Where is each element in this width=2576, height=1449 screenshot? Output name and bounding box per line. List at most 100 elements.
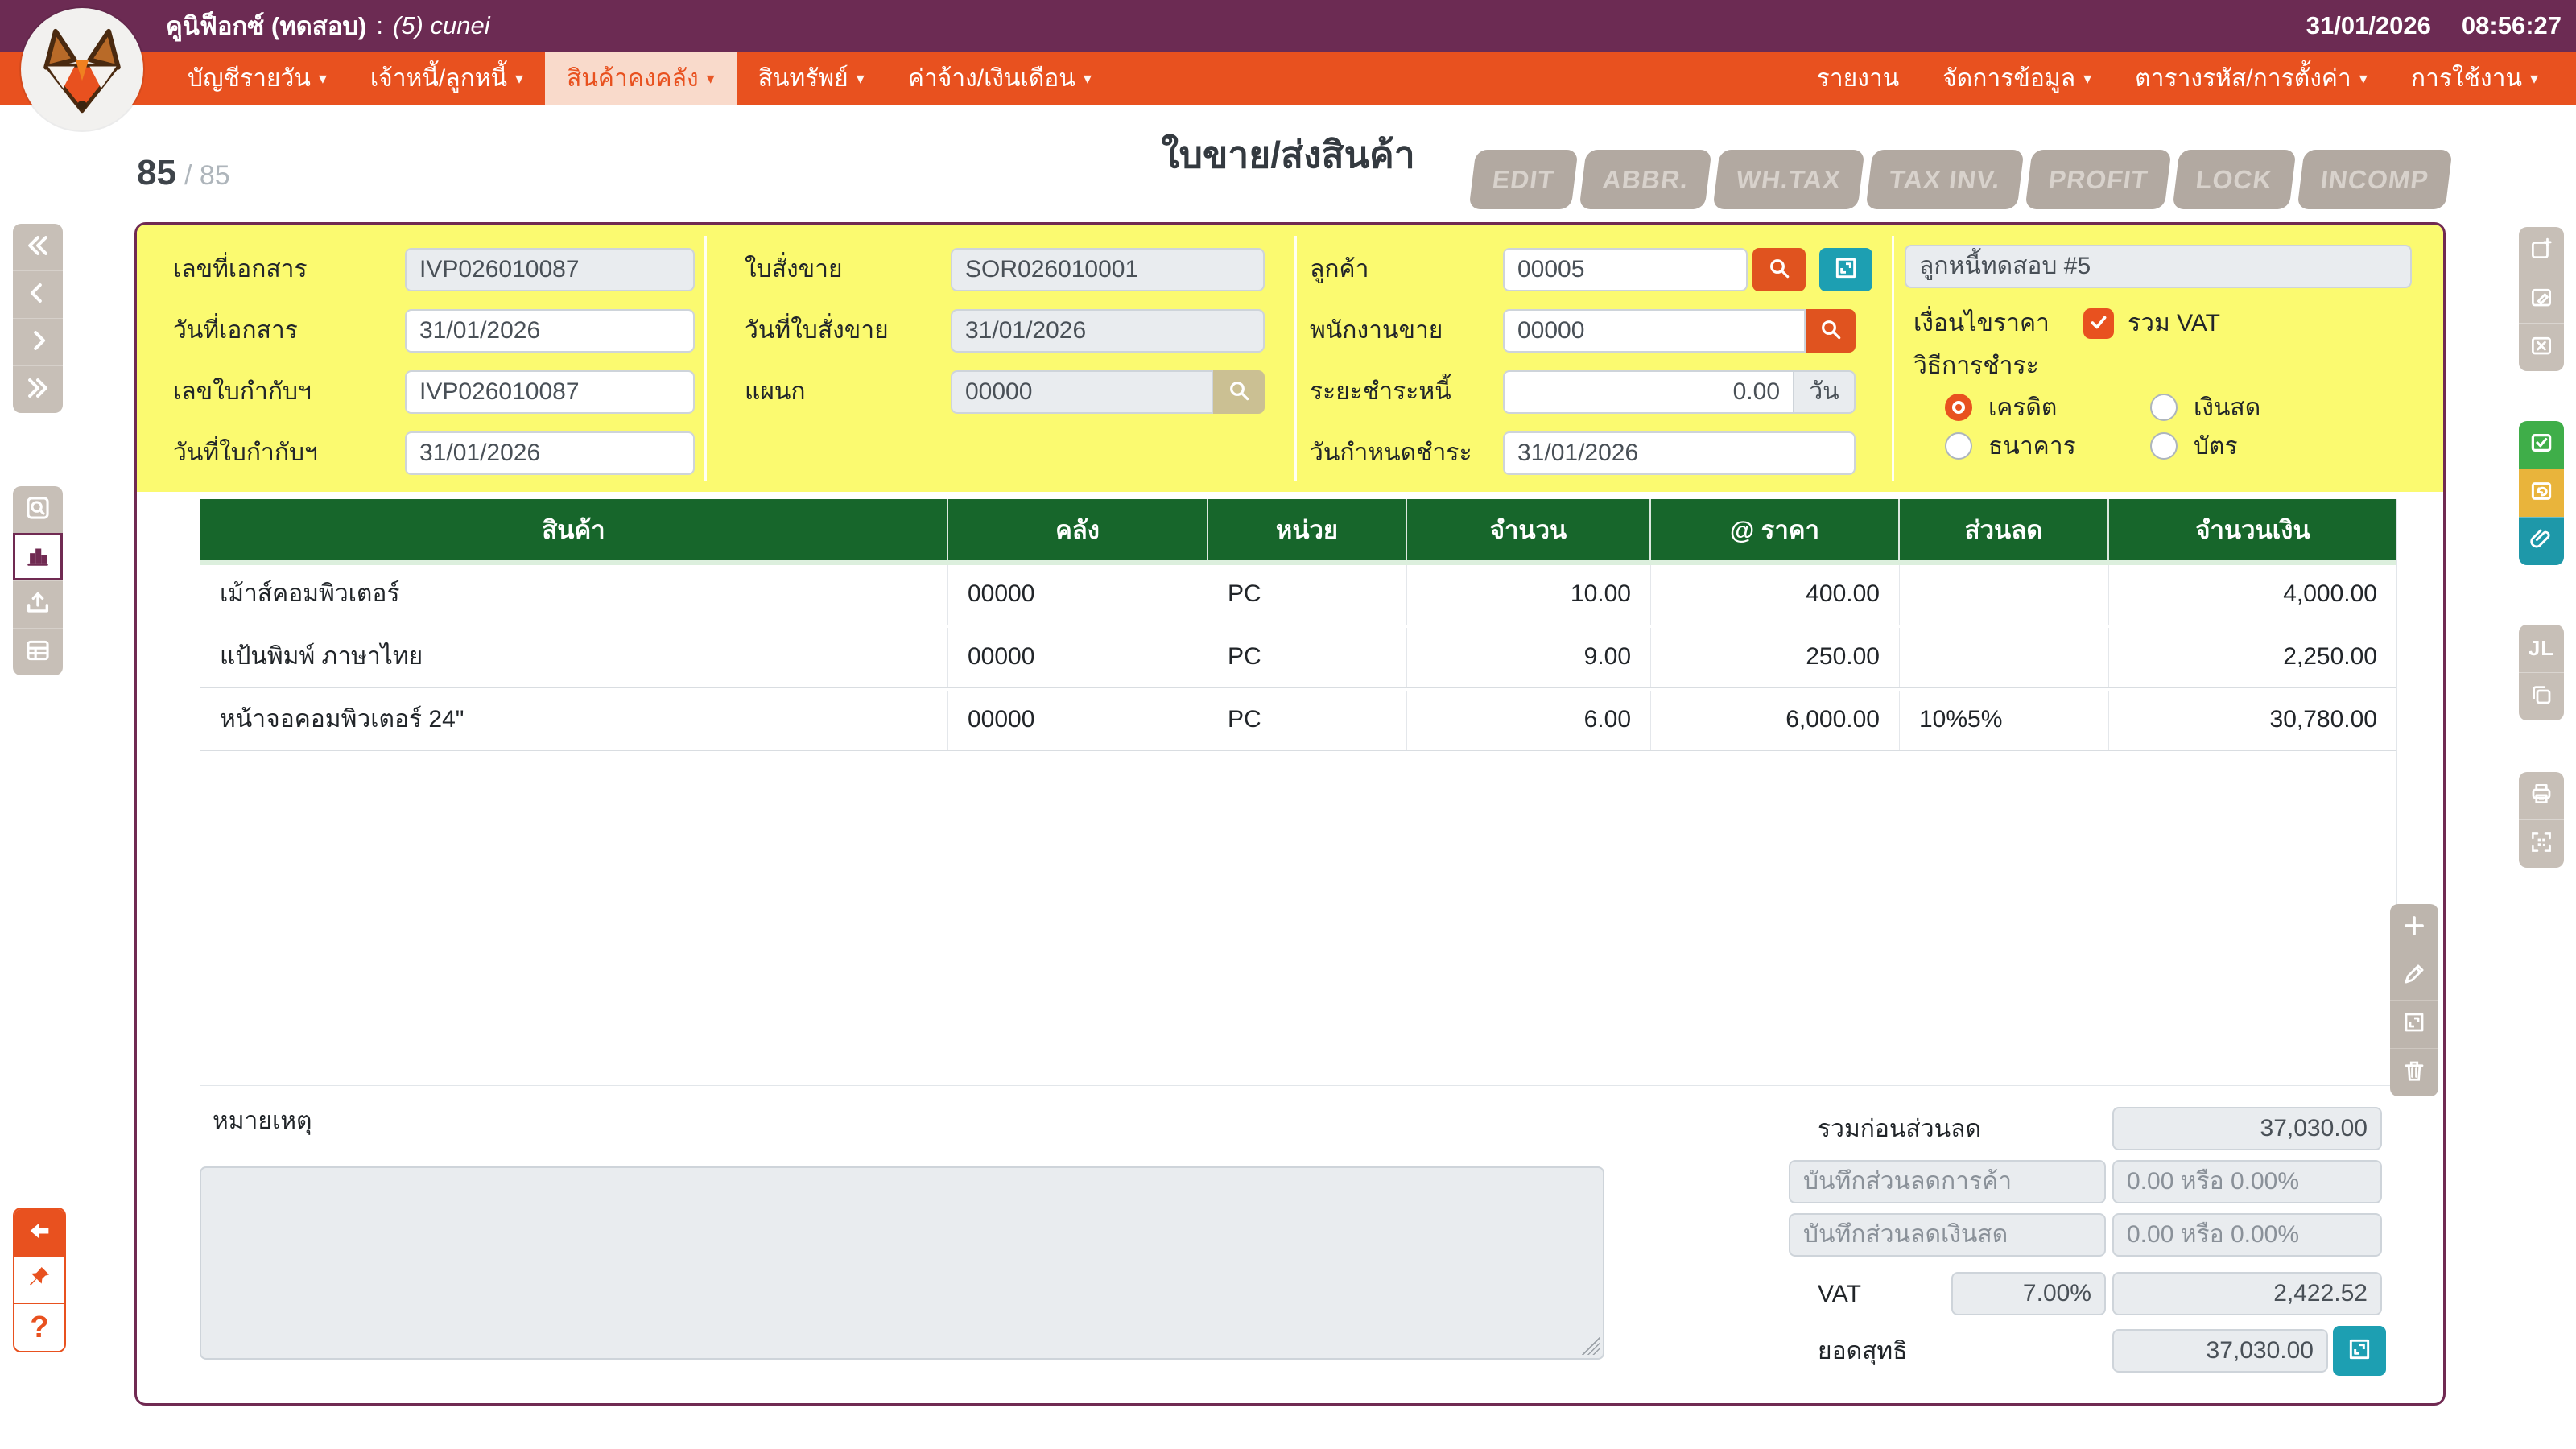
resize-handle-icon[interactable] xyxy=(1582,1337,1600,1355)
chevron-down-icon: ▾ xyxy=(319,68,327,89)
document-x-icon xyxy=(2529,333,2553,361)
menu-code-settings[interactable]: ตารางรหัส/การตั้งค่า▾ xyxy=(2113,52,2389,105)
journal-link-button[interactable]: JL xyxy=(2519,625,2564,672)
chevron-down-icon: ▾ xyxy=(515,68,523,89)
bottom-left-toolbar: ? xyxy=(13,1208,66,1352)
bar-chart-icon xyxy=(24,542,52,573)
menu-data-management[interactable]: จัดการข้อมูล▾ xyxy=(1921,52,2113,105)
trade-discount-value[interactable]: 0.00 หรือ 0.00% xyxy=(2112,1160,2382,1203)
expand-row-button[interactable] xyxy=(2390,1000,2438,1048)
edit-document-button[interactable] xyxy=(2519,275,2564,323)
tax-date-label: วันที่ใบกำกับฯ xyxy=(173,431,318,475)
next-record-button[interactable] xyxy=(13,318,63,365)
first-record-button[interactable] xyxy=(13,224,63,270)
title-separator: : xyxy=(376,11,383,40)
row-tools-toolbar xyxy=(2390,904,2438,1096)
col-discount: ส่วนลด xyxy=(1900,499,2109,560)
department-search-button[interactable] xyxy=(1213,370,1265,414)
doc-date-field[interactable]: 31/01/2026 xyxy=(405,309,695,353)
help-button[interactable]: ? xyxy=(14,1303,64,1351)
copy-document-button[interactable] xyxy=(2519,672,2564,720)
table-view-button[interactable] xyxy=(13,628,63,675)
document-actions-toolbar xyxy=(2519,227,2564,371)
credit-term-field[interactable]: 0.00 xyxy=(1503,370,1794,414)
menu-usage[interactable]: การใช้งาน▾ xyxy=(2389,52,2560,105)
abbr-status-button[interactable]: ABBR. xyxy=(1579,150,1712,209)
menu-daily-journal[interactable]: บัญชีรายวัน▾ xyxy=(166,52,349,105)
payment-bank-radio[interactable] xyxy=(1945,432,1972,460)
sale-order-field: SOR026010001 xyxy=(951,248,1265,291)
menu-right-group: รายงาน จัดการข้อมูล▾ ตารางรหัส/การตั้งค่… xyxy=(1795,52,2576,105)
session-name: (5) cunei xyxy=(393,11,490,40)
save-button[interactable] xyxy=(2519,421,2564,469)
menu-inventory[interactable]: สินค้าคงคลัง▾ xyxy=(545,52,737,105)
due-date-field[interactable]: 31/01/2026 xyxy=(1503,431,1856,475)
incomp-status-button[interactable]: INCOMP xyxy=(2297,150,2452,209)
new-document-button[interactable] xyxy=(2519,227,2564,275)
table-row[interactable]: แป้นพิมพ์ ภาษาไทย 00000 PC 9.00 250.00 2… xyxy=(200,628,2396,688)
customer-code-field[interactable]: 00005 xyxy=(1503,248,1748,291)
notes-textarea[interactable] xyxy=(200,1166,1604,1360)
payment-credit-radio[interactable] xyxy=(1945,394,1972,421)
salesperson-field[interactable]: 00000 xyxy=(1503,309,1806,353)
record-nav-toolbar xyxy=(13,224,63,413)
add-row-button[interactable] xyxy=(2390,904,2438,952)
lock-status-button[interactable]: LOCK xyxy=(2173,150,2297,209)
export-button[interactable] xyxy=(13,580,63,628)
chevron-left-icon xyxy=(24,279,52,311)
whtax-status-button[interactable]: WH.TAX xyxy=(1713,150,1865,209)
expand-icon xyxy=(2347,1336,2372,1366)
table-row[interactable]: หน้าจอคอมพิวเตอร์ 24" 00000 PC 6.00 6,00… xyxy=(200,691,2396,751)
revert-button[interactable] xyxy=(2519,469,2564,517)
copy-icon xyxy=(2529,683,2553,711)
journal-link-label: JL xyxy=(2529,636,2554,661)
delete-row-button[interactable] xyxy=(2390,1048,2438,1096)
prev-record-button[interactable] xyxy=(13,270,63,318)
taxinv-status-button[interactable]: TAX INV. xyxy=(1866,150,2025,209)
customer-expand-button[interactable] xyxy=(1819,248,1872,291)
vat-included-checkbox[interactable] xyxy=(2083,308,2114,339)
edit-status-button[interactable]: EDIT xyxy=(1469,150,1579,209)
fox-logo-icon[interactable] xyxy=(21,8,143,130)
qr-scan-button[interactable] xyxy=(2519,819,2564,868)
profit-status-button[interactable]: PROFIT xyxy=(2025,150,2171,209)
menu-reports[interactable]: รายงาน xyxy=(1795,52,1922,105)
upload-icon xyxy=(24,589,52,621)
pin-button[interactable] xyxy=(14,1256,64,1303)
menu-assets[interactable]: สินทรัพย์▾ xyxy=(737,52,886,105)
app-name: คูนิฟ็อกซ์ (ทดสอบ) xyxy=(166,6,366,46)
menu-payroll[interactable]: ค่าจ้าง/เงินเดือน▾ xyxy=(886,52,1113,105)
chevron-down-icon: ▾ xyxy=(2083,68,2091,89)
salesperson-search-button[interactable] xyxy=(1806,309,1856,353)
edit-row-button[interactable] xyxy=(2390,952,2438,1000)
price-condition-label: เงื่อนไขราคา xyxy=(1913,305,2050,342)
payment-cash-radio[interactable] xyxy=(2150,394,2178,421)
delete-document-button[interactable] xyxy=(2519,323,2564,371)
sale-order-date-label: วันที่ใบสั่งขาย xyxy=(745,309,889,353)
search-icon xyxy=(1226,378,1252,407)
customer-search-button[interactable] xyxy=(1752,248,1806,291)
output-toolbar xyxy=(2519,772,2564,868)
cash-discount-value[interactable]: 0.00 หรือ 0.00% xyxy=(2112,1213,2382,1257)
trade-discount-button[interactable]: บันทึกส่วนลดการค้า xyxy=(1789,1160,2106,1203)
last-record-button[interactable] xyxy=(13,365,63,413)
tax-no-field[interactable]: IVP026010087 xyxy=(405,370,695,414)
table-row[interactable]: เม้าส์คอมพิวเตอร์ 00000 PC 10.00 400.00 … xyxy=(200,565,2396,625)
print-button[interactable] xyxy=(2519,772,2564,819)
payment-card-label: บัตร xyxy=(2194,432,2238,461)
subtotal-value: 37,030.00 xyxy=(2112,1107,2382,1150)
items-table: สินค้า คลัง หน่วย จำนวน @ ราคา ส่วนลด จำ… xyxy=(200,499,2397,1086)
net-total-expand-button[interactable] xyxy=(2333,1326,2386,1376)
credit-term-label: ระยะชำระหนี้ xyxy=(1310,370,1451,414)
chevron-down-icon: ▾ xyxy=(1084,68,1092,89)
back-button[interactable] xyxy=(14,1209,64,1256)
preview-search-button[interactable] xyxy=(13,486,63,533)
menu-ap-ar[interactable]: เจ้าหนี้/ลูกหนี้▾ xyxy=(349,52,545,105)
view-tools-toolbar xyxy=(13,486,63,675)
attachment-button[interactable] xyxy=(2519,517,2564,565)
cash-discount-button[interactable]: บันทึกส่วนลดเงินสด xyxy=(1789,1213,2106,1257)
payment-card-radio[interactable] xyxy=(2150,432,2178,460)
chart-view-button[interactable] xyxy=(13,533,63,580)
paperclip-icon xyxy=(2529,527,2553,555)
tax-date-field[interactable]: 31/01/2026 xyxy=(405,431,695,475)
